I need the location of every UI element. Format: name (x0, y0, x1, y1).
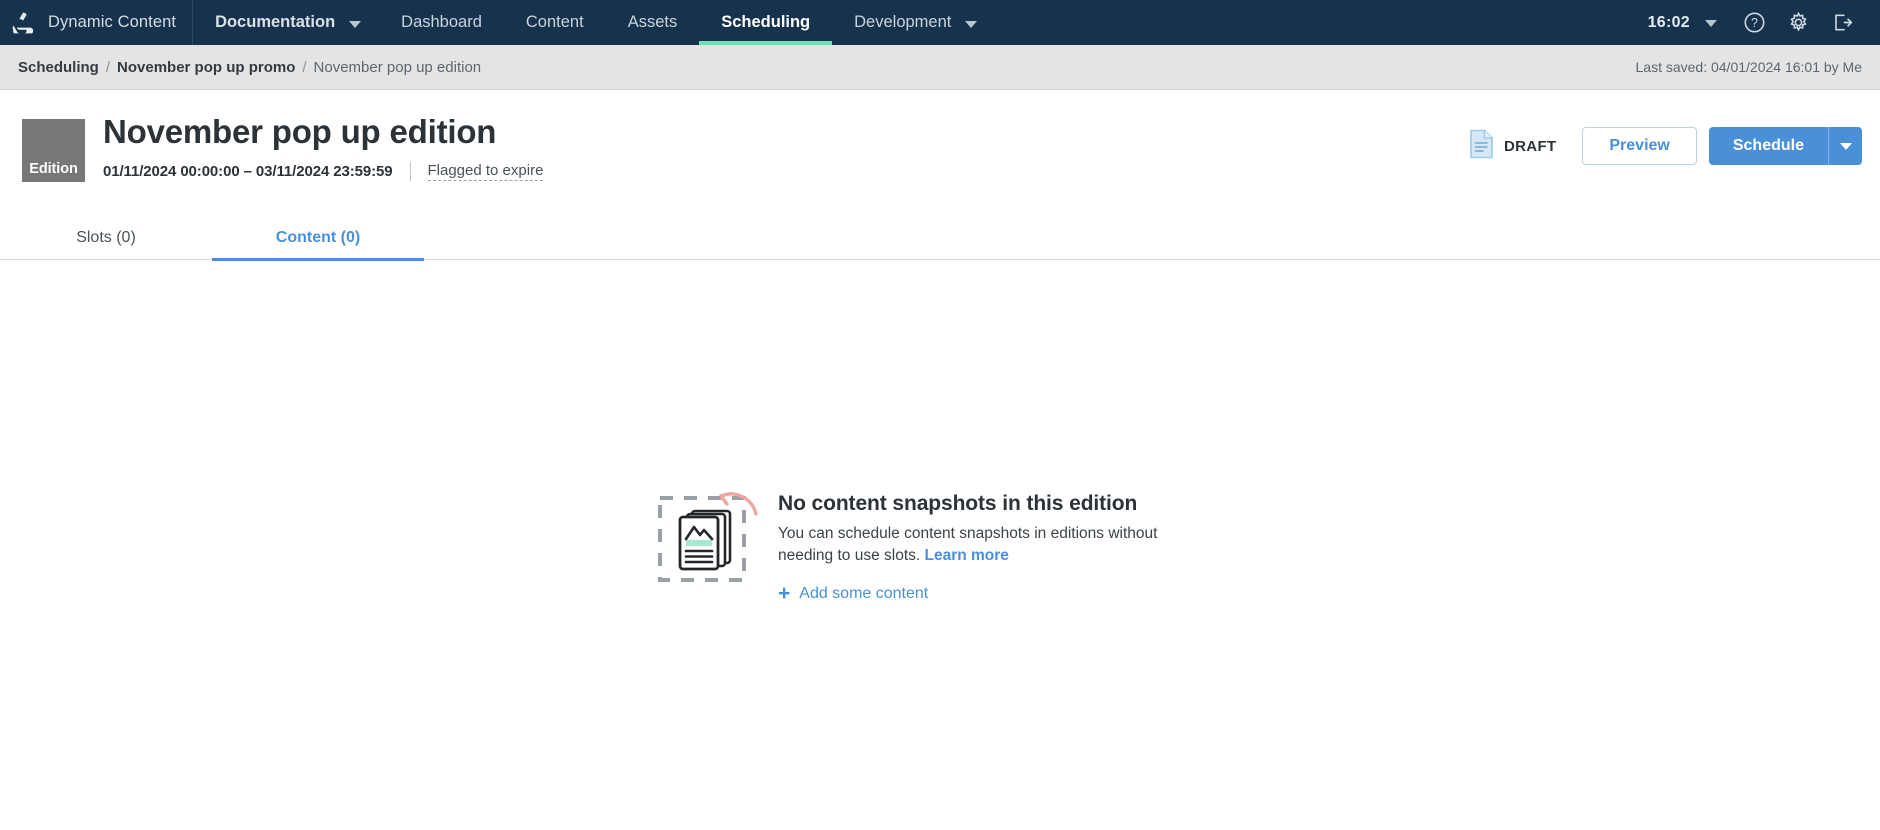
logout-icon[interactable] (1820, 0, 1864, 45)
content-snapshot-dropzone-illustration-icon (652, 480, 762, 590)
brand-label: Dynamic Content (48, 13, 177, 31)
clock-display: 16:02 (1647, 13, 1690, 31)
nav-item-scheduling-label: Scheduling (721, 13, 811, 31)
page-title: November pop up edition (103, 113, 497, 150)
nav-item-content-label: Content (525, 13, 584, 31)
gear-icon[interactable] (1776, 0, 1820, 45)
nav-item-dashboard[interactable]: Dashboard (379, 0, 504, 45)
nav-item-development-label: Development (854, 13, 952, 31)
svg-text:?: ? (1751, 16, 1758, 30)
breadcrumb-item-edition: November pop up edition (313, 58, 482, 76)
empty-state-text: No content snapshots in this edition You… (778, 480, 1198, 604)
status-badge: DRAFT (1468, 129, 1556, 164)
nav-item-scheduling[interactable]: Scheduling (699, 0, 833, 45)
schedule-split-button: Schedule (1708, 127, 1862, 165)
nav-item-dashboard-label: Dashboard (401, 13, 482, 31)
schedule-button[interactable]: Schedule (1708, 127, 1828, 165)
status-badge-label: DRAFT (1504, 137, 1557, 155)
content-panel: No content snapshots in this edition You… (0, 260, 1880, 830)
nav-item-development[interactable]: Development (832, 0, 995, 45)
empty-state-description: You can schedule content snapshots in ed… (778, 523, 1198, 567)
nav-right-tools: 16:02 ? (1648, 0, 1880, 45)
tab-slots-label: Slots (0) (76, 228, 136, 246)
nav-item-assets[interactable]: Assets (606, 0, 700, 45)
nav-item-documentation[interactable]: Documentation (193, 0, 379, 45)
tab-content-label: Content (0) (275, 228, 361, 246)
edition-meta-row: 01/11/2024 00:00:00 – 03/11/2024 23:59:5… (103, 161, 544, 181)
breadcrumb-item-promo[interactable]: November pop up promo (117, 59, 295, 76)
learn-more-link[interactable]: Learn more (925, 547, 1009, 564)
plus-icon: + (778, 582, 791, 605)
add-some-content-label: Add some content (799, 584, 929, 602)
top-navigation-bar: Dynamic Content Documentation Dashboard … (0, 0, 1880, 45)
chevron-down-icon (965, 20, 978, 28)
header-actions: DRAFT Preview Schedule (1468, 112, 1862, 165)
edition-type-badge: Edition (22, 119, 85, 182)
empty-state: No content snapshots in this edition You… (652, 480, 1198, 604)
edition-type-badge-label: Edition (29, 161, 78, 177)
breadcrumb: Scheduling / November pop up promo / Nov… (18, 59, 481, 76)
breadcrumb-item-scheduling[interactable]: Scheduling (18, 59, 99, 76)
nav-item-assets-label: Assets (627, 13, 678, 31)
nav-item-documentation-label: Documentation (215, 13, 336, 31)
breadcrumb-bar: Scheduling / November pop up promo / Nov… (0, 45, 1880, 90)
breadcrumb-separator: / (302, 58, 307, 76)
document-draft-icon (1468, 129, 1495, 164)
tab-content[interactable]: Content (0) (212, 215, 424, 261)
schedule-dropdown-toggle[interactable] (1828, 127, 1862, 165)
flagged-to-expire-label[interactable]: Flagged to expire (427, 162, 544, 181)
primary-nav-items: Documentation Dashboard Content Assets S… (193, 0, 995, 45)
nav-item-content[interactable]: Content (504, 0, 606, 45)
chevron-down-icon (349, 20, 362, 28)
preview-button[interactable]: Preview (1582, 127, 1697, 165)
tab-slots[interactable]: Slots (0) (0, 215, 212, 260)
edition-date-range: 01/11/2024 00:00:00 – 03/11/2024 23:59:5… (103, 162, 393, 180)
clock-dropdown-toggle[interactable] (1690, 0, 1732, 45)
breadcrumb-separator: / (105, 58, 111, 76)
edition-header: Edition November pop up edition 01/11/20… (0, 90, 1880, 215)
empty-state-title: No content snapshots in this edition (778, 492, 1138, 515)
help-icon[interactable]: ? (1732, 0, 1776, 45)
amplience-triangle-logo-icon (10, 10, 36, 36)
last-saved-label: Last saved: 04/01/2024 16:01 by Me (1635, 59, 1863, 75)
add-some-content-button[interactable]: + Add some content (778, 583, 1198, 604)
title-block: November pop up edition 01/11/2024 00:00… (103, 112, 544, 181)
brand-home-link[interactable]: Dynamic Content (0, 0, 194, 45)
meta-divider (409, 161, 411, 181)
edition-tabs: Slots (0) Content (0) (0, 215, 1880, 261)
